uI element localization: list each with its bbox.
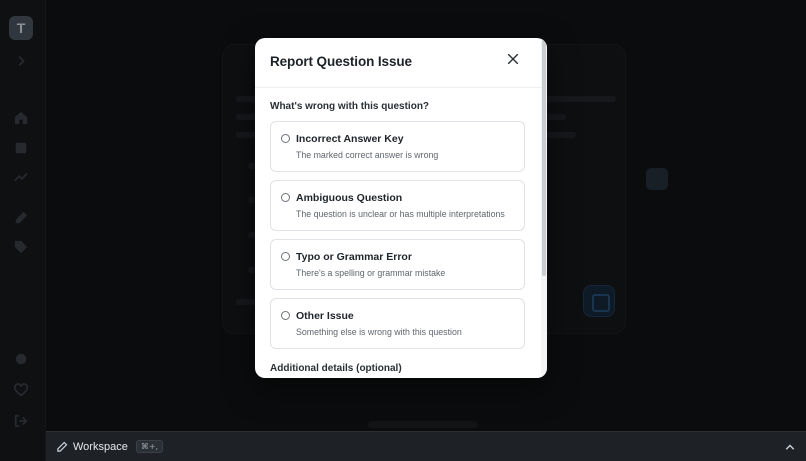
dialog-title: Report Question Issue <box>270 54 412 69</box>
pencil-icon <box>56 441 68 453</box>
radio-button[interactable] <box>281 193 290 202</box>
report-issue-dialog: Report Question Issue What's wrong with … <box>255 38 547 378</box>
option-title: Ambiguous Question <box>296 192 403 204</box>
workspace-shortcut-badge: ⌘+, <box>135 440 164 453</box>
question-prompt: What's wrong with this question? <box>270 101 430 112</box>
option-description: The question is unclear or has multiple … <box>296 209 505 219</box>
close-button[interactable] <box>506 52 520 66</box>
workspace-bar[interactable]: Workspace ⌘+, <box>46 431 806 461</box>
option-title: Incorrect Answer Key <box>296 133 404 145</box>
radio-button[interactable] <box>281 311 290 320</box>
chevron-up-icon[interactable] <box>784 441 796 453</box>
option-description: There's a spelling or grammar mistake <box>296 268 446 278</box>
option-ambiguous-question[interactable]: Ambiguous Question The question is uncle… <box>270 180 525 231</box>
radio-button[interactable] <box>281 252 290 261</box>
option-title: Other Issue <box>296 310 354 322</box>
option-description: The marked correct answer is wrong <box>296 150 439 160</box>
option-other-issue[interactable]: Other Issue Something else is wrong with… <box>270 298 525 349</box>
option-typo-grammar-error[interactable]: Typo or Grammar Error There's a spelling… <box>270 239 525 290</box>
option-description: Something else is wrong with this questi… <box>296 327 462 337</box>
additional-details-label: Additional details (optional) <box>270 363 402 374</box>
radio-button[interactable] <box>281 134 290 143</box>
close-icon <box>507 53 519 65</box>
scrollbar-thumb[interactable] <box>542 40 546 276</box>
dialog-scrollbar[interactable] <box>541 38 547 378</box>
dialog-header: Report Question Issue <box>255 38 541 88</box>
option-title: Typo or Grammar Error <box>296 251 412 263</box>
workspace-label: Workspace <box>73 440 128 453</box>
option-incorrect-answer-key[interactable]: Incorrect Answer Key The marked correct … <box>270 121 525 172</box>
